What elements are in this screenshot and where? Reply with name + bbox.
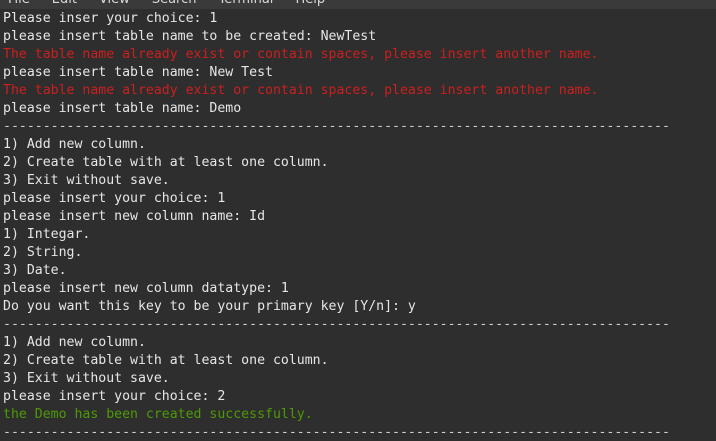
menu-edit[interactable]: Edit [41, 0, 88, 9]
divider-line: ----------------------------------------… [3, 317, 670, 332]
terminal-line: Please inser your choice: 1 [3, 11, 218, 26]
error-message-line: The table name already exist or contain … [3, 47, 599, 62]
terminal-line: 1) Add new column. [3, 335, 146, 350]
terminal-line: please insert table name to be created: … [3, 29, 377, 44]
success-message-line: the Demo has been created successfully. [3, 407, 313, 422]
terminal-line: 3) Exit without save. [3, 371, 170, 386]
terminal-line: please insert new column name: Id [3, 209, 266, 224]
terminal-output[interactable]: Please inser your choice: 1 please insert… [3, 10, 716, 441]
terminal-line: Do you want this key to be your primary … [3, 299, 416, 314]
terminal-line: 2) Create table with at least one column… [3, 353, 329, 368]
terminal-line: please insert table name: Demo [3, 101, 242, 116]
terminal-line: please insert your choice: 2 [3, 389, 226, 404]
menu-view[interactable]: View [88, 0, 141, 9]
terminal-line: please insert new column datatype: 1 [3, 281, 289, 296]
menu-search[interactable]: Search [141, 0, 208, 9]
menu-file[interactable]: File [0, 0, 41, 9]
terminal-line: please insert your choice: 1 [3, 191, 226, 206]
terminal-line: 3) Date. [3, 263, 67, 278]
terminal-line: please insert table name: New Test [3, 65, 273, 80]
terminal-line: 2) String. [3, 245, 83, 260]
terminal-line: 1) Add new column. [3, 137, 146, 152]
terminal-scrollbar[interactable] [712, 9, 716, 441]
terminal-line: 2) Create table with at least one column… [3, 155, 329, 170]
menu-bar: FileEditViewSearchTerminalHelp [0, 0, 716, 9]
divider-line: ----------------------------------------… [3, 425, 670, 440]
menu-terminal[interactable]: Terminal [207, 0, 284, 9]
error-message-line: The table name already exist or contain … [3, 83, 599, 98]
terminal-window: FileEditViewSearchTerminalHelp Please in… [0, 0, 716, 441]
menu-help[interactable]: Help [284, 0, 336, 9]
terminal-line: 3) Exit without save. [3, 173, 170, 188]
terminal-line: 1) Integar. [3, 227, 91, 242]
divider-line: ----------------------------------------… [3, 119, 670, 134]
